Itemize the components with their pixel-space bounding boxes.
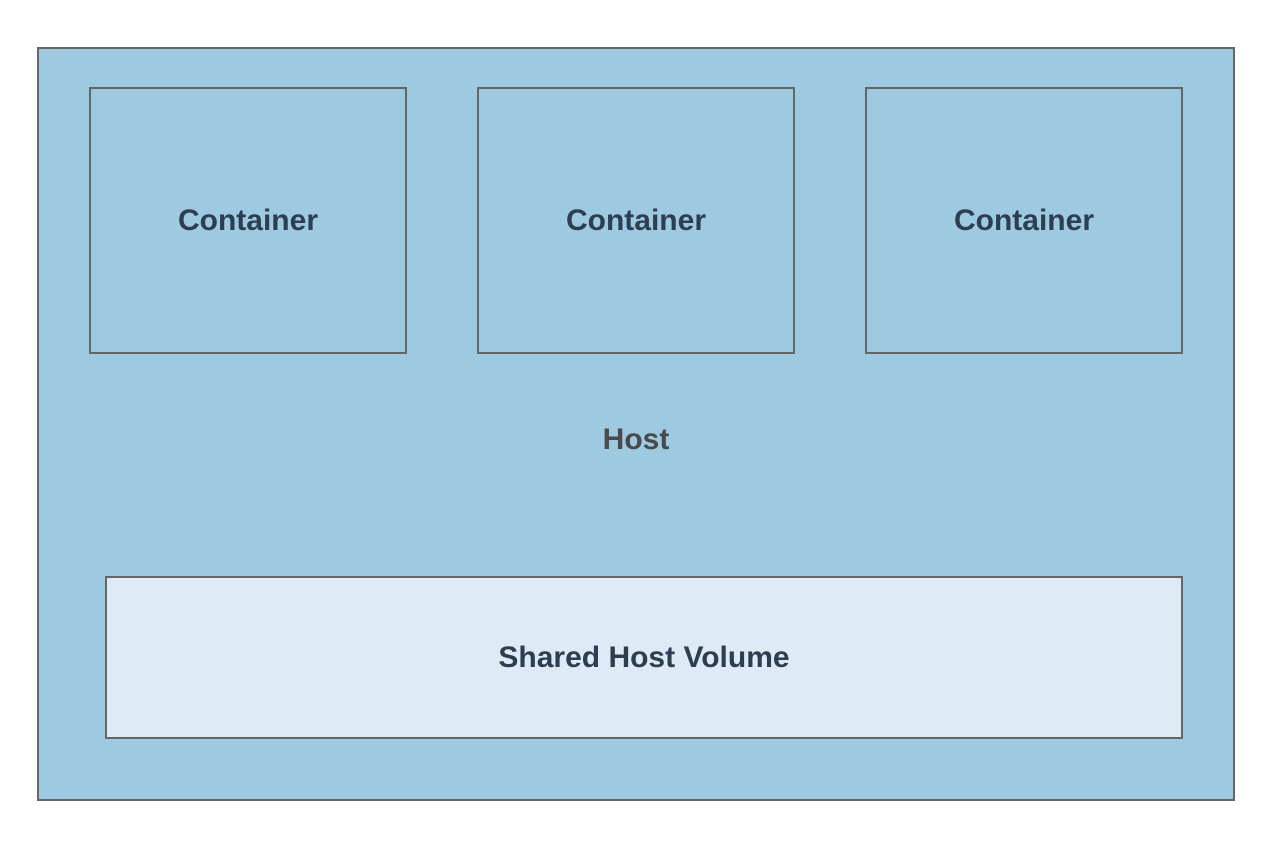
container-label: Container [178, 204, 318, 238]
containers-row: Container Container Container [89, 87, 1183, 354]
shared-volume-box: Shared Host Volume [105, 576, 1183, 739]
container-label: Container [954, 204, 1094, 238]
volume-label: Shared Host Volume [498, 641, 789, 675]
container-box-2: Container [477, 87, 795, 354]
container-box-1: Container [89, 87, 407, 354]
host-box: Container Container Container Host Share… [37, 47, 1235, 801]
host-label: Host [39, 423, 1233, 457]
container-label: Container [566, 204, 706, 238]
container-box-3: Container [865, 87, 1183, 354]
